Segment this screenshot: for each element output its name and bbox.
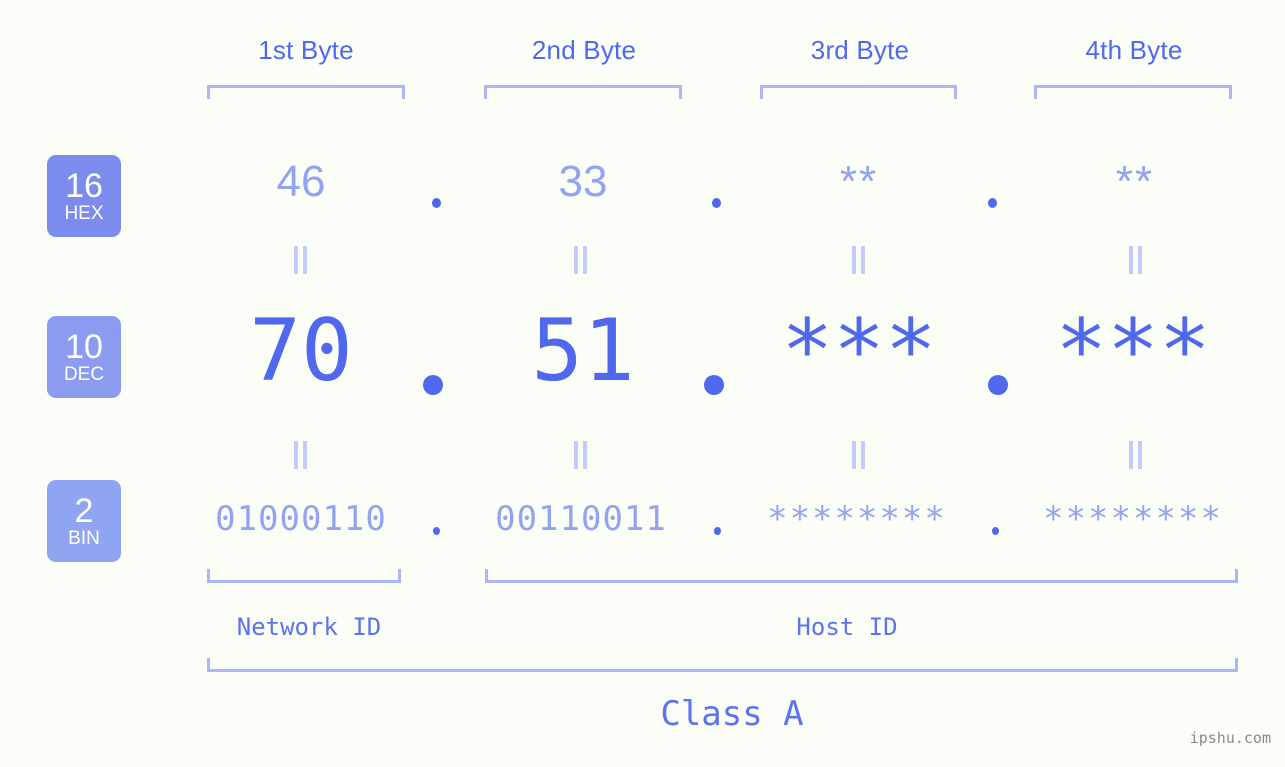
host-id-bracket bbox=[485, 569, 1238, 583]
byte-bracket-1 bbox=[207, 85, 405, 99]
host-id-label: Host ID bbox=[796, 613, 898, 641]
base-badge-hex[interactable]: 16 HEX bbox=[47, 155, 121, 237]
byte-header-4: 4th Byte bbox=[1085, 35, 1183, 65]
base-badge-dec-abbr: DEC bbox=[63, 364, 105, 385]
equals-dec-bin-4 bbox=[1128, 441, 1144, 469]
class-label: Class A bbox=[660, 694, 804, 734]
base-badge-hex-number: 16 bbox=[65, 167, 103, 205]
dec-byte-3-value: *** bbox=[781, 301, 937, 401]
hex-separator-dot-2 bbox=[712, 198, 721, 208]
hex-byte-2-value: 33 bbox=[558, 157, 608, 206]
equals-hex-dec-1 bbox=[293, 246, 309, 274]
watermark: ipshu.com bbox=[1189, 729, 1271, 747]
byte-bracket-4 bbox=[1034, 85, 1232, 99]
equals-hex-dec-3 bbox=[851, 246, 867, 274]
bin-byte-3-value: ******** bbox=[767, 499, 947, 539]
byte-header-3: 3rd Byte bbox=[810, 35, 910, 65]
base-badge-bin-abbr: BIN bbox=[68, 528, 100, 549]
base-badge-hex-abbr: HEX bbox=[64, 203, 104, 224]
equals-dec-bin-1 bbox=[293, 441, 309, 469]
dec-separator-dot-2 bbox=[704, 375, 724, 395]
bin-separator-dot-3 bbox=[992, 527, 999, 535]
hex-byte-3-value: ** bbox=[839, 157, 879, 206]
hex-byte-1-value: 46 bbox=[276, 157, 326, 206]
bin-byte-2-value: 00110011 bbox=[495, 499, 667, 539]
base-badge-dec[interactable]: 10 DEC bbox=[47, 316, 121, 398]
base-badge-bin-number: 2 bbox=[74, 492, 94, 530]
bin-byte-1-value: 01000110 bbox=[215, 499, 387, 539]
byte-header-2: 2nd Byte bbox=[531, 35, 637, 65]
network-id-bracket bbox=[207, 569, 401, 583]
byte-bracket-3 bbox=[760, 85, 957, 99]
byte-bracket-2 bbox=[484, 85, 682, 99]
base-badge-dec-number: 10 bbox=[65, 328, 103, 366]
base-badge-bin[interactable]: 2 BIN bbox=[47, 480, 121, 562]
equals-hex-dec-4 bbox=[1128, 246, 1144, 274]
dec-byte-1-value: 70 bbox=[249, 301, 353, 401]
equals-dec-bin-2 bbox=[573, 441, 589, 469]
class-bracket bbox=[207, 658, 1238, 672]
bin-separator-dot-2 bbox=[714, 527, 721, 535]
hex-separator-dot-1 bbox=[432, 198, 441, 208]
ip-byte-breakdown-diagram: 1st Byte 2nd Byte 3rd Byte 4th Byte 16 H… bbox=[0, 0, 1285, 767]
equals-hex-dec-2 bbox=[573, 246, 589, 274]
hex-byte-4-value: ** bbox=[1115, 157, 1155, 206]
bin-separator-dot-1 bbox=[433, 527, 440, 535]
dec-separator-dot-3 bbox=[988, 375, 1008, 395]
network-id-label: Network ID bbox=[236, 613, 382, 641]
bin-byte-4-value: ******** bbox=[1043, 499, 1223, 539]
byte-header-1: 1st Byte bbox=[258, 35, 354, 65]
dec-separator-dot-1 bbox=[423, 375, 443, 395]
hex-separator-dot-3 bbox=[988, 198, 997, 208]
dec-byte-4-value: *** bbox=[1055, 301, 1211, 401]
dec-byte-2-value: 51 bbox=[531, 301, 635, 401]
equals-dec-bin-3 bbox=[851, 441, 867, 469]
